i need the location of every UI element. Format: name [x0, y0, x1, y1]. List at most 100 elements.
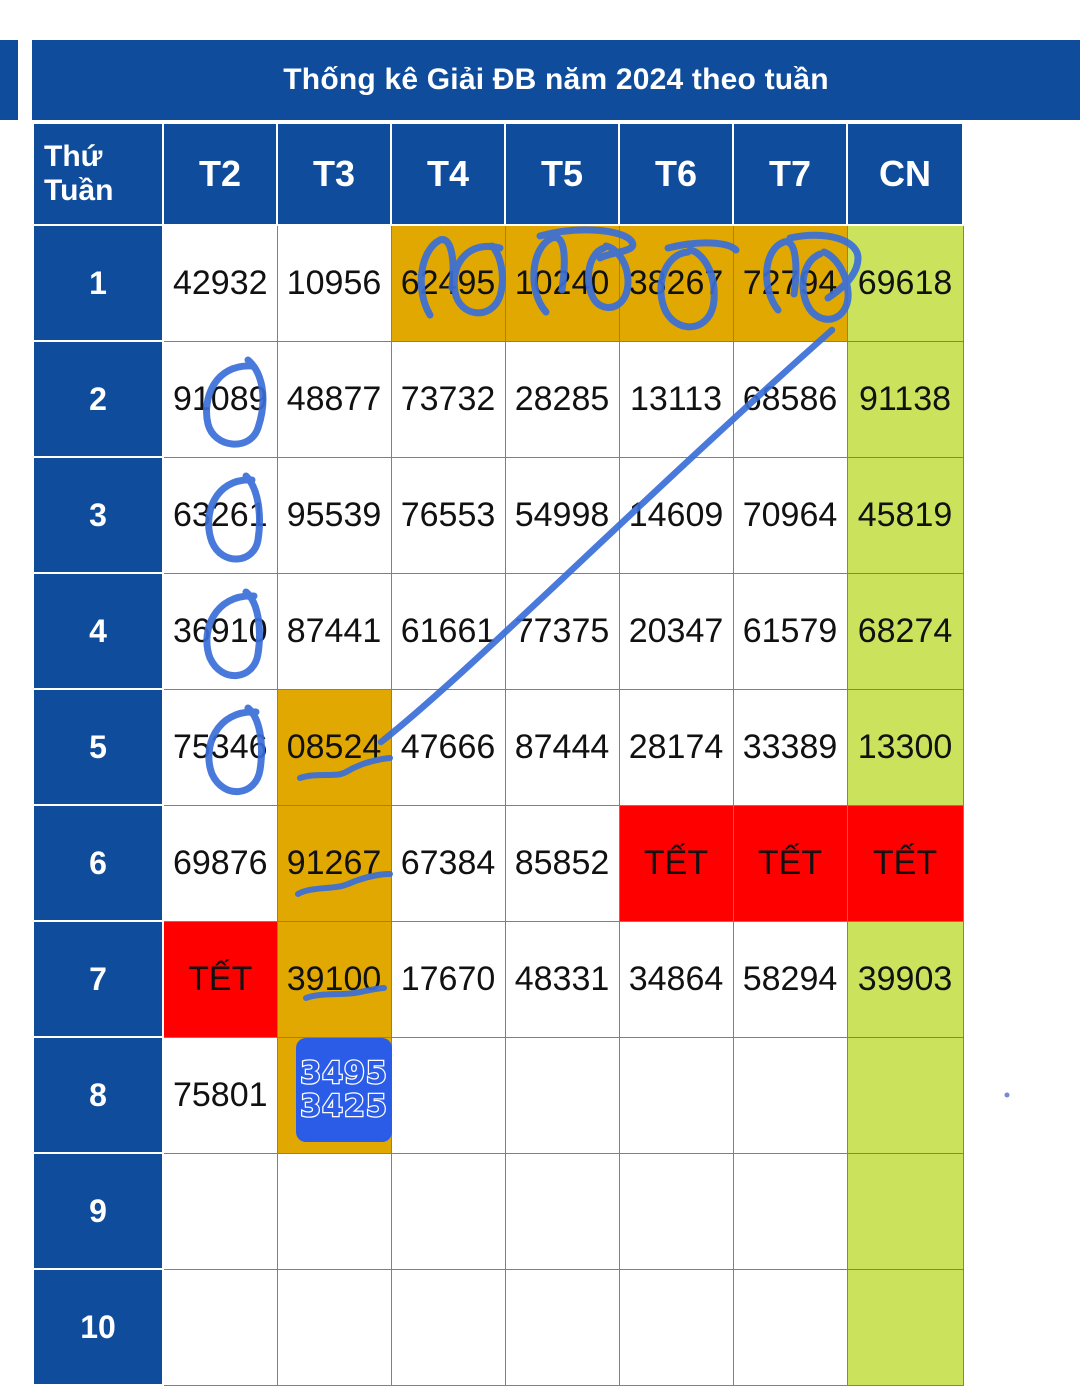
cell-w2-cn[interactable]: 91138 [846, 340, 964, 458]
row-label-week-9[interactable]: 9 [32, 1152, 164, 1270]
cell-w2-t7[interactable]: 68586 [732, 340, 848, 458]
row-label-week-7[interactable]: 7 [32, 920, 164, 1038]
column-header-cn[interactable]: CN [846, 122, 964, 226]
table-row: 5 75346 08524 47666 87444 28174 33389 13300 [32, 688, 964, 806]
cell-w4-cn[interactable]: 68274 [846, 572, 964, 690]
cell-w8-t5[interactable] [504, 1036, 620, 1154]
cell-w3-t6[interactable]: 14609 [618, 456, 734, 574]
cell-w1-t3[interactable]: 10956 [276, 224, 392, 342]
cell-w10-t4[interactable] [390, 1268, 506, 1386]
cell-w1-t6[interactable]: 38267 [618, 224, 734, 342]
cell-w5-t3[interactable]: 08524 [276, 688, 392, 806]
column-header-t7[interactable]: T7 [732, 122, 848, 226]
cell-w3-t4[interactable]: 76553 [390, 456, 506, 574]
cell-w9-cn[interactable] [846, 1152, 964, 1270]
cell-w4-t3[interactable]: 87441 [276, 572, 392, 690]
cell-w6-t7[interactable]: TẾT [732, 804, 848, 922]
cell-w10-t2[interactable] [162, 1268, 278, 1386]
cell-w4-t7[interactable]: 61579 [732, 572, 848, 690]
cell-w8-t7[interactable] [732, 1036, 848, 1154]
cell-w6-t4[interactable]: 67384 [390, 804, 506, 922]
row-label-week-10[interactable]: 10 [32, 1268, 164, 1386]
column-header-t5[interactable]: T5 [504, 122, 620, 226]
cell-w10-t5[interactable] [504, 1268, 620, 1386]
cell-w8-cn[interactable] [846, 1036, 964, 1154]
cell-w9-t6[interactable] [618, 1152, 734, 1270]
cell-w9-t7[interactable] [732, 1152, 848, 1270]
row-label-week-3[interactable]: 3 [32, 456, 164, 574]
cell-w5-t5[interactable]: 87444 [504, 688, 620, 806]
cell-w10-t7[interactable] [732, 1268, 848, 1386]
cell-w7-t6[interactable]: 34864 [618, 920, 734, 1038]
cell-w6-cn[interactable]: TẾT [846, 804, 964, 922]
column-header-t2[interactable]: T2 [162, 122, 278, 226]
screenshot-root: Thống kê Giải ĐB năm 2024 theo tuần Thứ … [0, 0, 1080, 1386]
page-title: Thống kê Giải ĐB năm 2024 theo tuần [32, 40, 1080, 120]
cell-w1-t2[interactable]: 42932 [162, 224, 278, 342]
column-header-t3[interactable]: T3 [276, 122, 392, 226]
cell-w4-t2[interactable]: 36910 [162, 572, 278, 690]
cell-w5-t4[interactable]: 47666 [390, 688, 506, 806]
cell-w1-t7[interactable]: 72794 [732, 224, 848, 342]
cell-w10-t6[interactable] [618, 1268, 734, 1386]
column-header-t6[interactable]: T6 [618, 122, 734, 226]
cell-w9-t4[interactable] [390, 1152, 506, 1270]
cell-w9-t2[interactable] [162, 1152, 278, 1270]
row-label-week-6[interactable]: 6 [32, 804, 164, 922]
cell-w1-t4[interactable]: 62495 [390, 224, 506, 342]
cell-w7-cn[interactable]: 39903 [846, 920, 964, 1038]
row-label-week-2[interactable]: 2 [32, 340, 164, 458]
cell-w9-t3[interactable] [276, 1152, 392, 1270]
cell-w6-t6[interactable]: TẾT [618, 804, 734, 922]
row-label-week-4[interactable]: 4 [32, 572, 164, 690]
cell-w8-t4[interactable] [390, 1036, 506, 1154]
table-row: 3 63261 95539 76553 54998 14609 70964 45819 [32, 456, 964, 574]
cell-w10-t3[interactable] [276, 1268, 392, 1386]
cell-w3-t2[interactable]: 63261 [162, 456, 278, 574]
table-body: 1 42932 10956 62495 10240 38267 72794 69618 2 910… [32, 224, 964, 1386]
cell-w7-t4[interactable]: 17670 [390, 920, 506, 1038]
cell-w6-t5[interactable]: 85852 [504, 804, 620, 922]
cell-w7-t3[interactable]: 39100 [276, 920, 392, 1038]
cell-w2-t6[interactable]: 13113 [618, 340, 734, 458]
cell-w3-t3[interactable]: 95539 [276, 456, 392, 574]
weekly-statistics-table: Thứ Tuần T2 T3 T4 T5 T6 T7 CN 1 42932 10956 62495… [32, 122, 964, 1386]
row-label-week-1[interactable]: 1 [32, 224, 164, 342]
cell-w10-cn[interactable] [846, 1268, 964, 1386]
table-row: 7 TẾT 39100 17670 48331 34864 58294 39903 [32, 920, 964, 1038]
table-row: 9 [32, 1152, 964, 1270]
column-header-t4[interactable]: T4 [390, 122, 506, 226]
cell-w9-t5[interactable] [504, 1152, 620, 1270]
stray-blue-dot [1004, 1092, 1010, 1098]
cell-w2-t2[interactable]: 91089 [162, 340, 278, 458]
cell-w5-cn[interactable]: 13300 [846, 688, 964, 806]
table-header: Thứ Tuần T2 T3 T4 T5 T6 T7 CN [32, 122, 964, 226]
cell-w3-t7[interactable]: 70964 [732, 456, 848, 574]
note-line-2: 3425 [299, 1089, 388, 1124]
table-row: 10 [32, 1268, 964, 1386]
cell-w5-t7[interactable]: 33389 [732, 688, 848, 806]
table-row: 1 42932 10956 62495 10240 38267 72794 69618 [32, 224, 964, 342]
cell-w3-cn[interactable]: 45819 [846, 456, 964, 574]
cell-w4-t5[interactable]: 77375 [504, 572, 620, 690]
cell-w7-t2[interactable]: TẾT [162, 920, 278, 1038]
row-label-week-8[interactable]: 8 [32, 1036, 164, 1154]
cell-w8-t2[interactable]: 75801 [162, 1036, 278, 1154]
cell-w2-t3[interactable]: 48877 [276, 340, 392, 458]
cell-w2-t4[interactable]: 73732 [390, 340, 506, 458]
cell-w5-t6[interactable]: 28174 [618, 688, 734, 806]
cell-w3-t5[interactable]: 54998 [504, 456, 620, 574]
cell-w1-cn[interactable]: 69618 [846, 224, 964, 342]
table-header-row: Thứ Tuần T2 T3 T4 T5 T6 T7 CN [32, 122, 964, 226]
cell-w6-t2[interactable]: 69876 [162, 804, 278, 922]
cell-w5-t2[interactable]: 75346 [162, 688, 278, 806]
cell-w4-t4[interactable]: 61661 [390, 572, 506, 690]
cell-w6-t3[interactable]: 91267 [276, 804, 392, 922]
cell-w1-t5[interactable]: 10240 [504, 224, 620, 342]
cell-w7-t5[interactable]: 48331 [504, 920, 620, 1038]
cell-w8-t6[interactable] [618, 1036, 734, 1154]
cell-w2-t5[interactable]: 28285 [504, 340, 620, 458]
cell-w4-t6[interactable]: 20347 [618, 572, 734, 690]
cell-w7-t7[interactable]: 58294 [732, 920, 848, 1038]
row-label-week-5[interactable]: 5 [32, 688, 164, 806]
